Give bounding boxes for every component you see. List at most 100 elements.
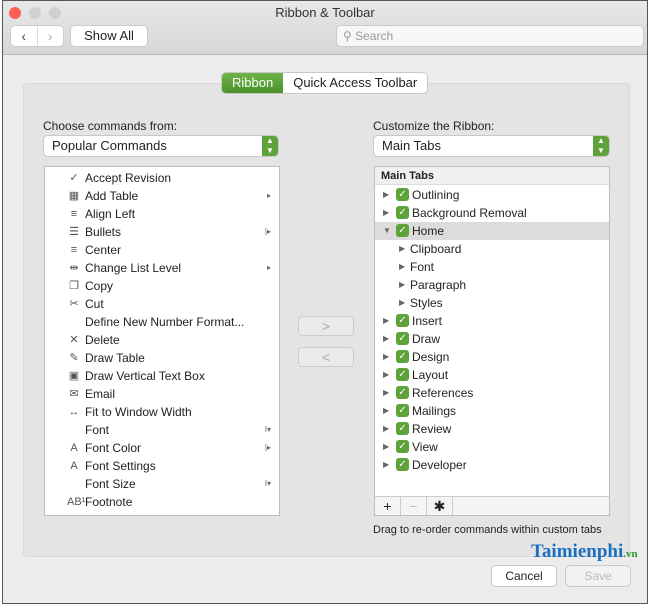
footnote-icon: AB¹: [67, 496, 86, 508]
ribbon-tab-item[interactable]: ▶ ✓ Design: [375, 348, 609, 366]
ribbon-tab-item[interactable]: ▶ ✓ View: [375, 438, 609, 456]
table-icon: ▦: [68, 190, 80, 202]
ribbon-tab-item[interactable]: ▶ ✓ Outlining: [375, 186, 609, 204]
disclosure-closed-icon[interactable]: ▶: [383, 204, 389, 222]
command-item[interactable]: Define New Number Format...: [45, 313, 279, 331]
tab-label: Layout: [412, 368, 449, 382]
align-center-icon: ≡: [70, 244, 78, 256]
command-item[interactable]: A Font Settings: [45, 457, 279, 475]
show-all-button[interactable]: Show All: [71, 26, 147, 46]
tab-label: Outlining: [412, 188, 460, 202]
command-label: Font: [85, 423, 110, 437]
disclosure-closed-icon[interactable]: ▶: [383, 384, 389, 402]
ribbon-tab-item[interactable]: ▶ ✓ Insert: [375, 312, 609, 330]
disclosure-closed-icon[interactable]: ▶: [399, 294, 405, 312]
disclosure-open-icon[interactable]: ▼: [383, 222, 391, 240]
commands-list[interactable]: ✓ Accept Revision ▦ Add Table ▸ ≡ Align Left ☰ B…: [44, 166, 280, 516]
command-item[interactable]: ⇹ Change List Level ▸: [45, 259, 279, 277]
updown-icon: ▲ ▼: [262, 136, 278, 156]
checkbox-checked-icon[interactable]: ✓: [396, 404, 409, 417]
delete-comment-icon: ✕: [69, 334, 79, 346]
disclosure-closed-icon[interactable]: ▶: [383, 330, 389, 348]
ribbon-tab-item[interactable]: ▼ ✓ Home: [375, 222, 609, 240]
search-input[interactable]: ⚲ Search: [337, 26, 643, 46]
checkbox-checked-icon[interactable]: ✓: [396, 314, 409, 327]
command-item[interactable]: ≡ Align Left: [45, 205, 279, 223]
checkbox-checked-icon[interactable]: ✓: [396, 350, 409, 363]
group-label: Paragraph: [410, 278, 467, 292]
disclosure-closed-icon[interactable]: ▶: [383, 366, 389, 384]
checkbox-checked-icon[interactable]: ✓: [396, 188, 409, 201]
command-item[interactable]: ▣ Draw Vertical Text Box: [45, 367, 279, 385]
disclosure-closed-icon[interactable]: ▶: [383, 456, 389, 474]
command-label: Align Left: [85, 207, 136, 221]
preferences-window: Ribbon & Toolbar ‹ › Show All ⚲ Search R…: [2, 0, 648, 604]
checkbox-checked-icon[interactable]: ✓: [396, 224, 409, 237]
checkbox-checked-icon[interactable]: ✓: [396, 422, 409, 435]
ribbon-tab-item[interactable]: ▶ ✓ Mailings: [375, 402, 609, 420]
checkbox-checked-icon[interactable]: ✓: [396, 386, 409, 399]
checkbox-checked-icon[interactable]: ✓: [396, 368, 409, 381]
ribbon-tab-item[interactable]: ▶ ✓ Developer: [375, 456, 609, 474]
command-item[interactable]: ✕ Delete: [45, 331, 279, 349]
tab-label: Developer: [412, 458, 467, 472]
cancel-button[interactable]: Cancel: [492, 566, 556, 586]
command-item[interactable]: ✎ Draw Table: [45, 349, 279, 367]
disclosure-closed-icon[interactable]: ▶: [383, 402, 389, 420]
remove-command-button[interactable]: <: [299, 348, 353, 366]
command-item[interactable]: AB¹ Footnote: [45, 493, 279, 511]
ribbon-tab-item[interactable]: ▶ ✓ Layout: [375, 366, 609, 384]
gear-icon[interactable]: ✱: [427, 497, 453, 515]
add-command-button[interactable]: >: [299, 317, 353, 335]
tab-label: Review: [412, 422, 452, 436]
commands-source-select[interactable]: Popular Commands ▲ ▼: [44, 136, 278, 156]
ribbon-tab-item[interactable]: ▶ Clipboard: [375, 240, 609, 258]
ribbon-tab-item[interactable]: ▶ ✓ Draw: [375, 330, 609, 348]
command-item[interactable]: Font Size I▾: [45, 475, 279, 493]
text-box-icon: ▣: [68, 370, 80, 382]
font-color-icon: A: [70, 442, 78, 454]
command-item[interactable]: ✓ Accept Revision: [45, 169, 279, 187]
disclosure-closed-icon[interactable]: ▶: [383, 186, 389, 204]
ribbon-tab-item[interactable]: ▶ ✓ Background Removal: [375, 204, 609, 222]
remove-tab-button[interactable]: −: [401, 497, 427, 515]
tab-label: References: [412, 386, 474, 400]
disclosure-closed-icon[interactable]: ▶: [383, 312, 389, 330]
forward-button[interactable]: ›: [36, 26, 64, 46]
ribbon-tab-item[interactable]: ▶ Paragraph: [375, 276, 609, 294]
command-label: Add Table: [85, 189, 139, 203]
command-item[interactable]: ≡ Center: [45, 241, 279, 259]
command-item[interactable]: Font I▾: [45, 421, 279, 439]
add-tab-button[interactable]: +: [375, 497, 401, 515]
tab-ribbon[interactable]: Ribbon: [222, 73, 284, 93]
tab-label: Home: [412, 224, 445, 238]
checkbox-checked-icon[interactable]: ✓: [396, 458, 409, 471]
command-item[interactable]: ☰ Bullets |▸: [45, 223, 279, 241]
disclosure-closed-icon[interactable]: ▶: [399, 258, 405, 276]
disclosure-closed-icon[interactable]: ▶: [383, 348, 389, 366]
ribbon-tab-item[interactable]: ▶ Styles: [375, 294, 609, 312]
disclosure-closed-icon[interactable]: ▶: [399, 240, 405, 258]
tab-label: Background Removal: [412, 206, 527, 220]
command-item[interactable]: ▦ Add Table ▸: [45, 187, 279, 205]
ribbon-tab-item[interactable]: ▶ ✓ References: [375, 384, 609, 402]
checkbox-checked-icon[interactable]: ✓: [396, 206, 409, 219]
ribbon-tabs-select[interactable]: Main Tabs ▲ ▼: [374, 136, 609, 156]
checkbox-checked-icon[interactable]: ✓: [396, 440, 409, 453]
disclosure-closed-icon[interactable]: ▶: [383, 420, 389, 438]
checkbox-checked-icon[interactable]: ✓: [396, 332, 409, 345]
disclosure-closed-icon[interactable]: ▶: [399, 276, 405, 294]
command-item[interactable]: A Font Color |▸: [45, 439, 279, 457]
command-item[interactable]: ❐ Copy: [45, 277, 279, 295]
command-item[interactable]: ✉ Email: [45, 385, 279, 403]
command-item[interactable]: ↔ Fit to Window Width: [45, 403, 279, 421]
ribbon-tab-item[interactable]: ▶ Font: [375, 258, 609, 276]
back-button[interactable]: ‹: [11, 26, 37, 46]
save-button[interactable]: Save: [566, 566, 630, 586]
disclosure-closed-icon[interactable]: ▶: [383, 438, 389, 456]
command-item[interactable]: ✂ Cut: [45, 295, 279, 313]
tab-quick-access-toolbar[interactable]: Quick Access Toolbar: [283, 73, 428, 93]
ribbon-tree[interactable]: Main Tabs + − ✱ ▶ ✓ Outlining ▶ ✓ Background …: [374, 166, 610, 516]
ribbon-tab-item[interactable]: ▶ ✓ Review: [375, 420, 609, 438]
submenu-indicator-icon: I▾: [264, 425, 271, 434]
